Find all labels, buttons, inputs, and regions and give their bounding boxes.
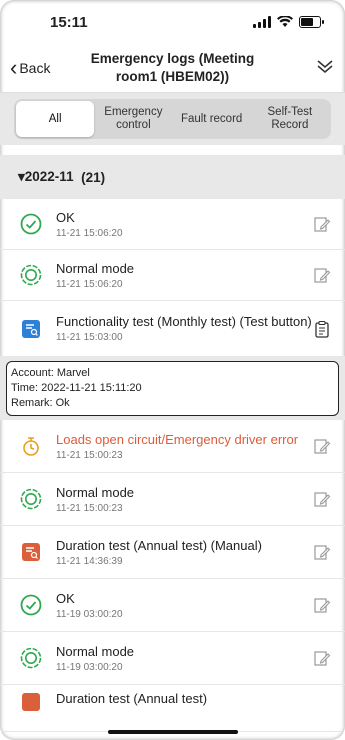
entry-detail-panel: Account: Marvel Time: 2022-11-21 15:11:2…: [0, 357, 345, 420]
remark-box: Account: Marvel Time: 2022-11-21 15:11:2…: [6, 361, 339, 416]
month-group-header[interactable]: ▾2022-11 (21): [0, 155, 345, 199]
navigation-bar: ‹ Back Emergency logs (Meeting room1 (HB…: [0, 44, 345, 92]
log-entry[interactable]: Functionality test (Monthly test) (Test …: [0, 301, 345, 357]
chevron-left-icon: ‹: [10, 55, 18, 80]
log-time: 11-21 15:03:00: [56, 332, 123, 343]
log-title: OK: [56, 209, 75, 225]
status-icons: [253, 16, 324, 28]
log-entry[interactable]: Loads open circuit/Emergency driver erro…: [0, 420, 345, 473]
battery-icon: [299, 16, 324, 28]
normal-mode-icon: [20, 488, 42, 510]
home-indicator: [107, 730, 238, 734]
edit-note-icon[interactable]: [313, 649, 331, 667]
edit-note-icon[interactable]: [313, 266, 331, 284]
normal-mode-icon: [20, 647, 42, 669]
phone-screen: 15:11 ‹ Back Emergency logs (Meeting roo…: [0, 0, 345, 740]
filter-tabs-container: All Emergency control Fault record Self-…: [0, 92, 345, 145]
duration-report-icon: [22, 543, 40, 561]
log-title: Normal mode: [56, 484, 135, 500]
status-time: 15:11: [50, 13, 88, 31]
edit-note-icon[interactable]: [313, 215, 331, 233]
page-title: Emergency logs (Meeting room1 (HBEM02)): [90, 51, 255, 84]
ok-check-icon: [20, 213, 42, 235]
wifi-icon: [277, 16, 293, 27]
tab-emergency-control[interactable]: Emergency control: [94, 101, 172, 137]
back-button[interactable]: ‹ Back: [10, 55, 80, 80]
filter-tabs: All Emergency control Fault record Self-…: [14, 99, 331, 139]
duration-report-icon: [22, 693, 40, 711]
detail-time: Time: 2022-11-21 15:11:20: [11, 382, 142, 394]
log-title: Duration test (Annual test): [56, 691, 208, 706]
log-entry[interactable]: Duration test (Annual test) (Manual) 11-2…: [0, 526, 345, 579]
log-time: 11-21 15:06:20: [56, 227, 123, 239]
edit-note-icon[interactable]: [313, 543, 331, 561]
log-title: OK: [56, 590, 75, 606]
edit-note-icon[interactable]: [313, 437, 331, 455]
detail-account: Account: Marvel: [11, 367, 90, 379]
view-note-icon[interactable]: [313, 320, 331, 338]
log-title: Normal mode: [56, 260, 135, 276]
log-entry[interactable]: OK 11-19 03:00:20: [0, 579, 345, 632]
group-label: ▾2022-11: [18, 169, 74, 184]
log-title: Normal mode: [56, 643, 135, 659]
log-time: 11-21 15:00:23: [56, 502, 123, 514]
log-time: 11-21 15:06:20: [56, 278, 123, 290]
log-entry[interactable]: Normal mode 11-19 03:00:20: [0, 632, 345, 685]
signal-icon: [253, 16, 271, 28]
group-count: (21): [81, 169, 106, 185]
log-time: 11-19 03:00:20: [56, 608, 123, 620]
normal-mode-icon: [20, 264, 42, 286]
ok-check-icon: [20, 594, 42, 616]
status-bar: 15:11: [0, 0, 345, 44]
collapse-all-button[interactable]: [265, 58, 335, 79]
log-entry[interactable]: Duration test (Annual test): [0, 685, 345, 732]
test-report-icon: [22, 319, 40, 338]
log-entry[interactable]: Normal mode 11-21 15:00:23: [0, 473, 345, 526]
log-title: Duration test (Annual test) (Manual): [56, 537, 262, 553]
log-title: Loads open circuit/Emergency driver erro…: [56, 431, 299, 447]
log-time: 11-21 15:00:23: [56, 449, 123, 461]
back-label: Back: [19, 60, 51, 76]
double-chevron-down-icon: [317, 59, 333, 73]
edit-note-icon[interactable]: [313, 596, 331, 614]
tab-fault-record[interactable]: Fault record: [173, 101, 251, 137]
log-time: 11-21 14:36:39: [56, 555, 123, 567]
fault-warning-icon: [23, 437, 39, 456]
log-entry[interactable]: OK 11-21 15:06:20: [0, 199, 345, 250]
log-entry[interactable]: Normal mode 11-21 15:06:20: [0, 250, 345, 301]
log-time: 11-19 03:00:20: [56, 661, 123, 673]
edit-note-icon[interactable]: [313, 490, 331, 508]
log-title: Functionality test (Monthly test) (Test …: [56, 314, 312, 329]
detail-remark: Remark: Ok: [11, 397, 70, 409]
tab-all[interactable]: All: [16, 101, 95, 137]
tab-self-test-record[interactable]: Self-Test Record: [251, 101, 329, 137]
